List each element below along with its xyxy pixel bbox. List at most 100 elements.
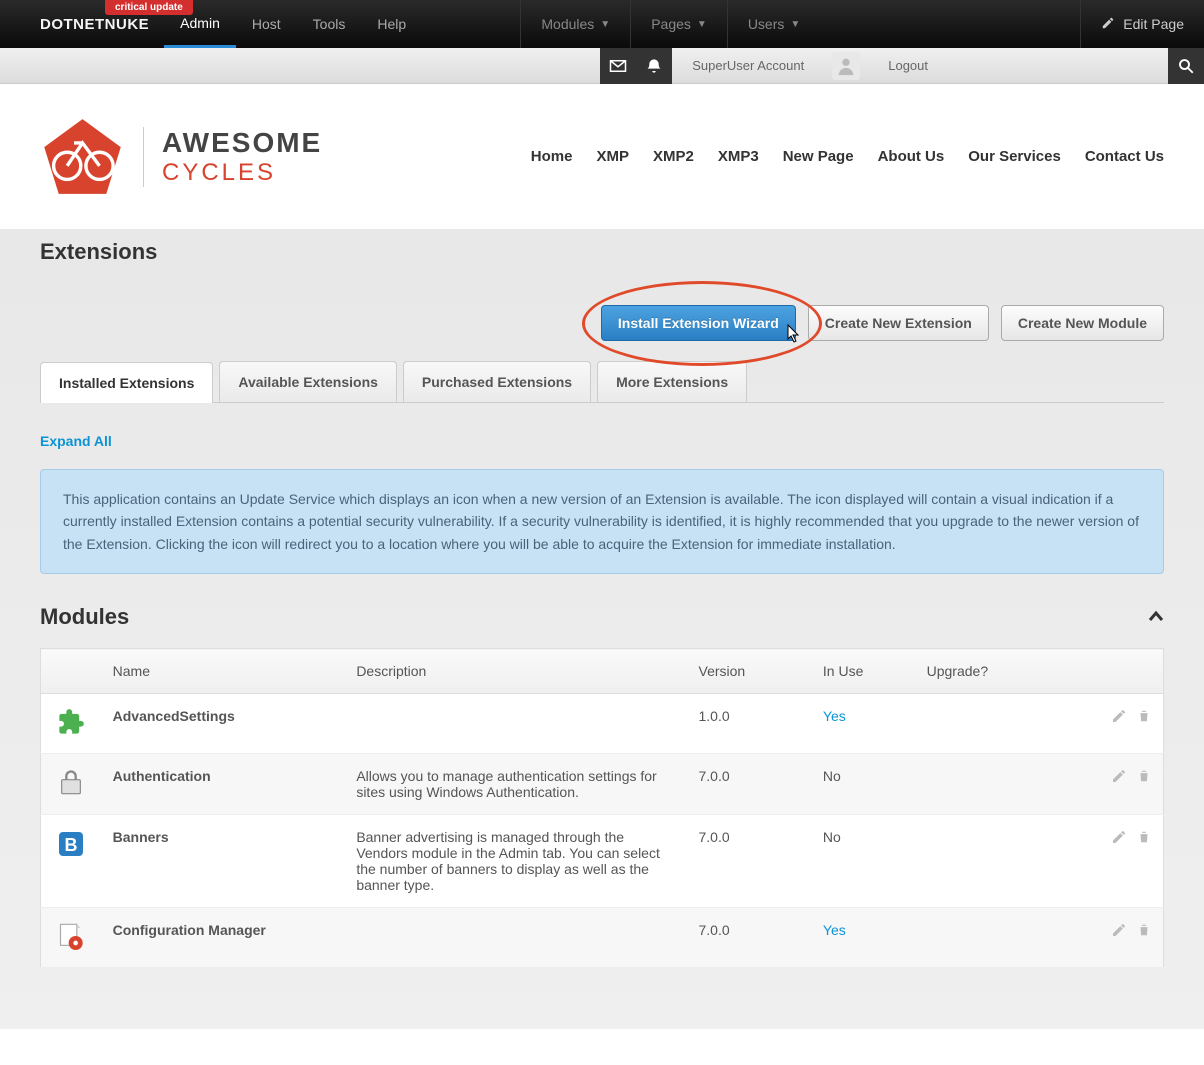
module-description [344,908,686,968]
delete-icon[interactable] [1137,922,1151,941]
collapse-icon[interactable] [1148,609,1164,625]
edit-icon[interactable] [1111,922,1127,941]
pencil-icon [1101,16,1115,33]
topbar-users-dropdown[interactable]: Users ▼ [727,0,820,48]
dnn-brand: DotNetNuke [0,16,164,33]
module-upgrade [915,908,1076,968]
tab-available[interactable]: Available Extensions [219,361,397,402]
mail-icon[interactable] [600,48,636,84]
module-description [344,694,686,754]
topbar-menu: Admin Host Tools Help [164,0,422,48]
module-icon [41,754,101,815]
table-row: B BannersBanner advertising is managed th… [41,815,1164,908]
module-name: Banners [101,815,345,908]
module-version: 7.0.0 [687,908,811,968]
nav-home[interactable]: Home [531,148,573,165]
tab-more[interactable]: More Extensions [597,361,747,402]
table-row: Configuration Manager 7.0.0Yes [41,908,1164,968]
edit-page-label: Edit Page [1123,16,1184,32]
tab-purchased[interactable]: Purchased Extensions [403,361,591,402]
tabs: Installed Extensions Available Extension… [40,361,1164,403]
col-version: Version [687,649,811,694]
nav-about[interactable]: About Us [878,148,945,165]
chevron-down-icon: ▼ [600,19,610,30]
module-upgrade [915,754,1076,815]
tab-installed[interactable]: Installed Extensions [40,362,213,403]
module-icon: B [41,815,101,908]
topbar-host[interactable]: Host [236,0,297,48]
nav-xmp3[interactable]: XMP3 [718,148,759,165]
logo-icon [40,119,125,194]
create-new-extension-button[interactable]: Create New Extension [808,305,989,341]
col-name: Name [101,649,345,694]
module-inuse[interactable]: Yes [811,908,915,968]
section-header: Modules [40,604,1164,630]
module-inuse: No [811,754,915,815]
edit-icon[interactable] [1111,829,1127,848]
expand-all-link[interactable]: Expand All [40,433,112,449]
col-inuse: In Use [811,649,915,694]
page-title: Extensions [40,239,1164,265]
module-name: Authentication [101,754,345,815]
table-row: AdvancedSettings 1.0.0Yes [41,694,1164,754]
site-logo[interactable]: AWESOME CYCLES [40,119,322,194]
notification-icon[interactable] [636,48,672,84]
nav-xmp[interactable]: XMP [596,148,629,165]
nav-contact[interactable]: Contact Us [1085,148,1164,165]
account-link[interactable]: SuperUser Account [672,58,824,73]
chevron-down-icon: ▼ [697,19,707,30]
module-version: 7.0.0 [687,754,811,815]
edit-icon[interactable] [1111,768,1127,787]
main-content: Extensions Install Extension Wizard Crea… [0,229,1204,1029]
edit-icon[interactable] [1111,708,1127,727]
svg-text:B: B [64,835,77,855]
chevron-down-icon: ▼ [790,19,800,30]
admin-topbar: critical update DotNetNuke Admin Host To… [0,0,1204,48]
topbar-tools[interactable]: Tools [297,0,362,48]
module-version: 7.0.0 [687,815,811,908]
delete-icon[interactable] [1137,829,1151,848]
table-row: AuthenticationAllows you to manage authe… [41,754,1164,815]
edit-page-button[interactable]: Edit Page [1080,0,1204,48]
topbar-modules-dropdown[interactable]: Modules ▼ [520,0,630,48]
nav-xmp2[interactable]: XMP2 [653,148,694,165]
section-title: Modules [40,604,129,630]
module-icon [41,694,101,754]
avatar[interactable] [832,52,860,80]
module-name: AdvancedSettings [101,694,345,754]
module-icon [41,908,101,968]
col-upgrade: Upgrade? [915,649,1076,694]
module-description: Allows you to manage authentication sett… [344,754,686,815]
nav-services[interactable]: Our Services [968,148,1061,165]
site-header: AWESOME CYCLES Home XMP XMP2 XMP3 New Pa… [0,84,1204,229]
topbar-pages-dropdown[interactable]: Pages ▼ [630,0,727,48]
logo-text-2: CYCLES [162,159,322,187]
delete-icon[interactable] [1137,708,1151,727]
topbar-modules-label: Modules [541,16,594,32]
module-description: Banner advertising is managed through th… [344,815,686,908]
module-inuse: No [811,815,915,908]
modules-table: Name Description Version In Use Upgrade?… [40,648,1164,968]
topbar-users-label: Users [748,16,785,32]
search-icon[interactable] [1168,48,1204,84]
action-row: Install Extension Wizard Create New Exte… [40,305,1164,341]
site-nav: Home XMP XMP2 XMP3 New Page About Us Our… [531,148,1164,165]
module-upgrade [915,694,1076,754]
col-description: Description [344,649,686,694]
table-header-row: Name Description Version In Use Upgrade? [41,649,1164,694]
module-upgrade [915,815,1076,908]
module-version: 1.0.0 [687,694,811,754]
info-box: This application contains an Update Serv… [40,469,1164,574]
module-inuse[interactable]: Yes [811,694,915,754]
secondary-bar: SuperUser Account Logout [0,48,1204,84]
delete-icon[interactable] [1137,768,1151,787]
create-new-module-button[interactable]: Create New Module [1001,305,1164,341]
topbar-pages-label: Pages [651,16,691,32]
nav-newpage[interactable]: New Page [783,148,854,165]
critical-update-badge[interactable]: critical update [105,0,193,15]
module-name: Configuration Manager [101,908,345,968]
logout-link[interactable]: Logout [868,58,948,73]
logo-text-1: AWESOME [162,127,322,159]
install-extension-wizard-button[interactable]: Install Extension Wizard [601,305,796,341]
topbar-help[interactable]: Help [361,0,422,48]
